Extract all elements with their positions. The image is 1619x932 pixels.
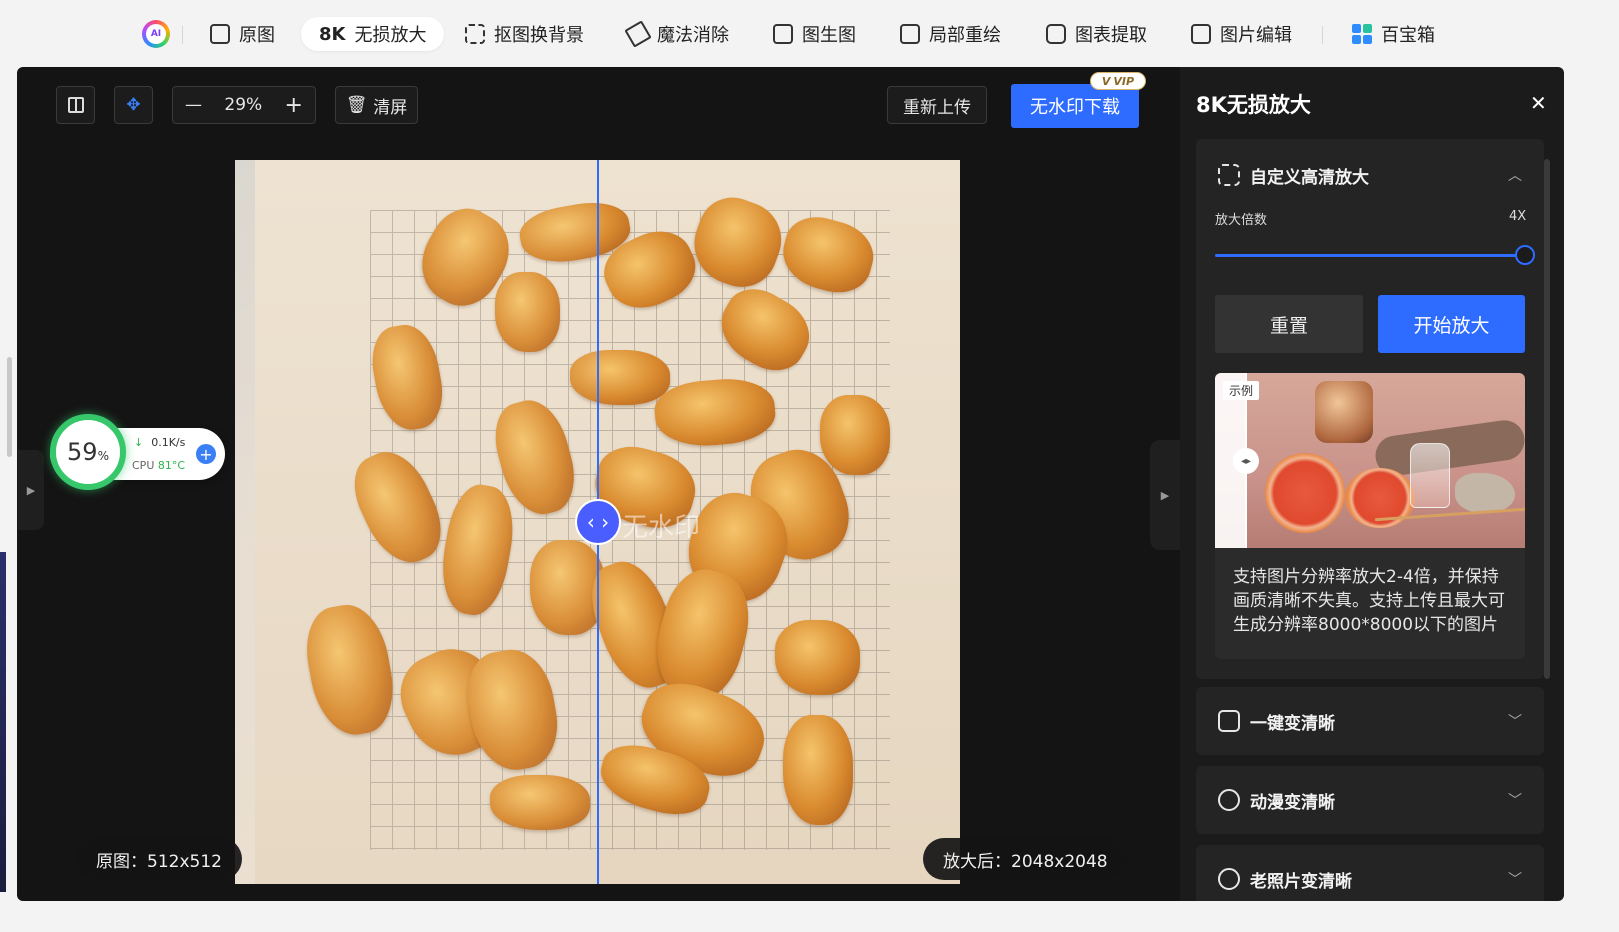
chevron-up-icon[interactable]: ︿	[1508, 165, 1522, 185]
sparkle-image-icon	[1218, 710, 1240, 732]
split-view-icon	[67, 97, 84, 113]
copper-vase	[1315, 381, 1373, 443]
custom-upscale-header[interactable]: 自定义高清放大	[1218, 162, 1369, 188]
watermark-text: 无水印	[622, 513, 701, 543]
custom-upscale-card: 自定义高清放大 ︿ 放大倍数 4X 重置 开始放大 ◂▸ 示例 支持图片分辨率放…	[1196, 139, 1544, 679]
close-icon[interactable]: ✕	[1530, 91, 1547, 115]
download-arrow-icon: ↓	[134, 436, 144, 449]
memory-usage-ring[interactable]: 59%	[50, 414, 126, 490]
original-size-label: 原图：512x512	[76, 838, 242, 880]
shell	[1455, 473, 1515, 513]
chevron-down-icon[interactable]: ﹀	[1508, 790, 1522, 810]
cutout-icon	[465, 24, 485, 44]
nav-separator	[1322, 26, 1323, 44]
zoom-control: — 29% +	[172, 86, 316, 124]
chevron-down-icon[interactable]: ﹀	[1508, 711, 1522, 731]
clear-screen-button[interactable]: 🗑 清屏	[335, 86, 418, 124]
old-photo-icon	[1218, 868, 1240, 890]
zoom-out-button[interactable]: —	[185, 95, 202, 115]
section-anime-clear[interactable]: 动漫变清晰 ﹀	[1196, 766, 1544, 834]
nav-item-erase[interactable]: 魔法消除	[610, 17, 747, 51]
result-size-label: 放大后：2048x2048	[923, 838, 1128, 880]
eraser-icon	[624, 20, 652, 48]
nav-item-cutout[interactable]: 抠图换背景	[447, 17, 602, 51]
zoom-in-button[interactable]: +	[285, 93, 303, 118]
pastry	[775, 620, 860, 695]
chevron-right-icon: ▶	[1160, 488, 1170, 502]
section-header: 动漫变清晰	[1218, 787, 1335, 813]
nav-item-repaint[interactable]: 局部重绘	[882, 17, 1019, 51]
reset-button[interactable]: 重置	[1215, 295, 1363, 353]
reupload-button[interactable]: 重新上传	[887, 86, 987, 124]
nav-item-original[interactable]: 原图	[192, 17, 293, 51]
scale-value: 4X	[1509, 209, 1527, 224]
image-icon	[210, 24, 230, 44]
zoom-value: 29%	[224, 95, 263, 115]
focus-icon	[1218, 164, 1240, 186]
top-nav: AI 原图 8K 无损放大 抠图换背景 魔法消除 图生图 局部重绘 图表提取 图…	[0, 0, 1619, 66]
feature-description: 支持图片分辨率放大2-4倍，并保持画质清晰不失真。支持上传且最大可生成分辨率80…	[1233, 567, 1505, 635]
pastry	[783, 715, 853, 825]
page-scrollbar[interactable]	[7, 357, 12, 457]
example-tag: 示例	[1223, 381, 1260, 400]
perfume-bottle	[1410, 443, 1450, 508]
background-window-strip	[0, 552, 6, 892]
nav-item-img2img[interactable]: 图生图	[755, 17, 874, 51]
anime-icon	[1218, 789, 1240, 811]
cpu-temperature: CPU 81°C	[132, 459, 186, 472]
nav-separator	[182, 26, 183, 44]
toolbox-icon	[1352, 24, 1372, 44]
section-header: 一键变清晰	[1218, 708, 1335, 734]
section-header: 老照片变清晰	[1218, 866, 1352, 892]
panel-scrollbar[interactable]	[1544, 159, 1550, 679]
pastry	[820, 395, 890, 475]
nav-item-upscale[interactable]: 8K 无损放大	[301, 17, 445, 51]
arrows-left-right-icon: ‹ ›	[586, 510, 610, 534]
compare-toggle-button[interactable]	[56, 86, 95, 124]
chart-extract-icon	[1046, 24, 1066, 44]
image-edit-icon	[1191, 24, 1211, 44]
ai-logo[interactable]: AI	[142, 20, 170, 48]
nav-item-image-edit[interactable]: 图片编辑	[1173, 17, 1310, 51]
image-to-image-icon	[773, 24, 793, 44]
8k-icon: 8K	[319, 23, 346, 45]
upscale-panel: 8K无损放大 ✕ 自定义高清放大 ︿ 放大倍数 4X 重置 开始放大 ◂▸ 示例…	[1180, 67, 1564, 901]
example-card: ◂▸ 示例 支持图片分辨率放大2-4倍，并保持画质清晰不失真。支持上传且最大可生…	[1215, 373, 1525, 659]
move-icon: ✥	[126, 95, 141, 115]
section-old-photo-clear[interactable]: 老照片变清晰 ﹀	[1196, 845, 1544, 901]
move-tool-button[interactable]: ✥	[114, 86, 153, 124]
section-one-click-clear[interactable]: 一键变清晰 ﹀	[1196, 687, 1544, 755]
network-speed: ↓ 0.1K/s	[134, 436, 186, 449]
panel-title: 8K无损放大	[1196, 93, 1311, 117]
start-upscale-button[interactable]: 开始放大	[1378, 295, 1525, 353]
left-panel-toggle[interactable]: ▶	[18, 450, 44, 530]
comparison-handle[interactable]: ‹ ›	[575, 499, 621, 545]
right-panel-toggle[interactable]: ▶	[1150, 440, 1180, 550]
chevron-right-icon: ▶	[26, 483, 36, 497]
scale-slider-track[interactable]	[1215, 254, 1525, 257]
boost-button[interactable]: +	[196, 444, 216, 464]
scale-slider-knob[interactable]	[1515, 245, 1535, 265]
vip-v-icon: V	[1101, 74, 1111, 88]
chevron-down-icon[interactable]: ﹀	[1508, 869, 1522, 889]
vip-badge: V VIP	[1090, 72, 1146, 90]
arrows-left-right-icon: ◂▸	[1240, 455, 1252, 467]
scale-label: 放大倍数	[1215, 213, 1268, 228]
plus-icon: +	[199, 444, 213, 464]
original-half	[235, 160, 598, 884]
repaint-icon	[900, 24, 920, 44]
example-handle[interactable]: ◂▸	[1233, 448, 1259, 474]
example-image: ◂▸ 示例	[1215, 373, 1525, 548]
trash-icon: 🗑	[345, 95, 368, 115]
nav-item-chart-extract[interactable]: 图表提取	[1028, 17, 1165, 51]
workspace: ✥ — 29% + 🗑 清屏 重新上传 无水印下载 V VIP ‹ › 无水印 …	[17, 67, 1180, 901]
nav-item-toolbox[interactable]: 百宝箱	[1334, 17, 1453, 51]
grapefruit-half	[1265, 453, 1345, 533]
download-no-watermark-button[interactable]: 无水印下载	[1011, 84, 1139, 128]
